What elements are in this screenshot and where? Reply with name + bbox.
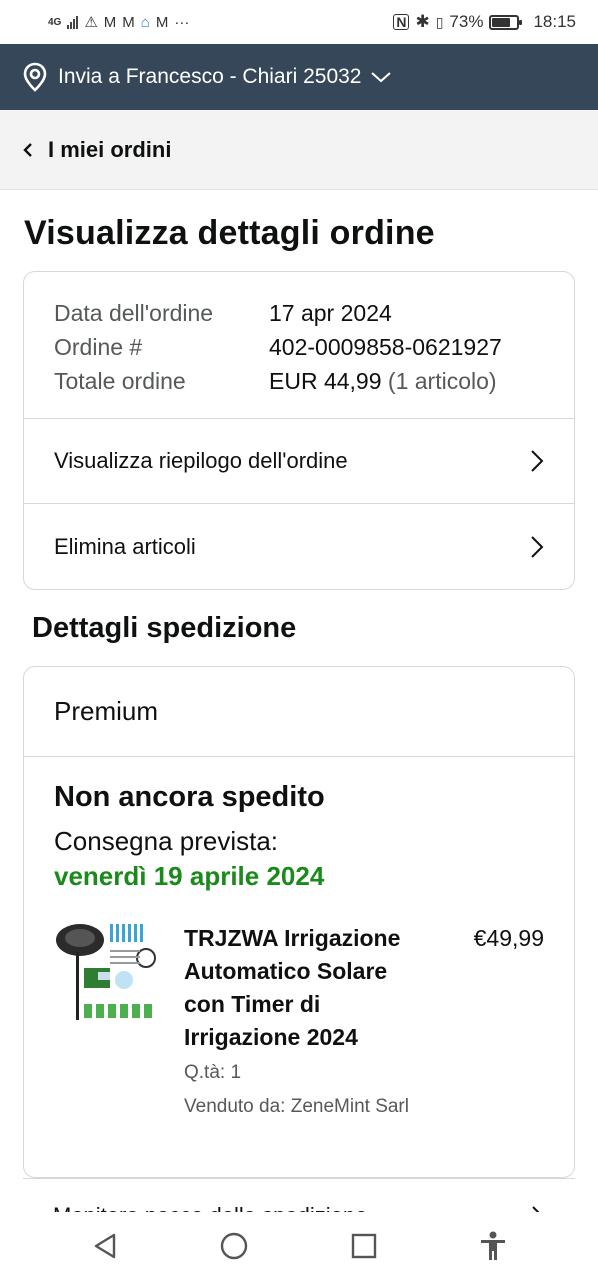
nav-back-button[interactable]: [75, 1216, 135, 1276]
status-right: N ✱ ▯ 73% 18:15: [393, 12, 576, 32]
order-item[interactable]: TRJZWA Irrigazione Automatico Solare con…: [54, 922, 544, 1118]
delivery-estimate-date: venerdì 19 aprile 2024: [54, 861, 325, 891]
accessibility-icon: [481, 1231, 506, 1260]
item-title[interactable]: TRJZWA Irrigazione Automatico Solare con…: [184, 922, 429, 1054]
battery-fill: [492, 17, 510, 27]
order-date-row: Data dell'ordine 17 apr 2024: [54, 296, 544, 330]
gmail-icon: M: [155, 13, 169, 31]
location-pin-icon: [23, 62, 47, 92]
shipping-tier: Premium: [24, 667, 574, 757]
warning-icon: ⚠: [84, 14, 98, 31]
gmail-icon: M: [103, 13, 117, 31]
order-info: Data dell'ordine 17 apr 2024 Ordine # 40…: [24, 272, 574, 419]
nav-accessibility-button[interactable]: [463, 1216, 523, 1276]
chevron-left-icon: [23, 142, 32, 157]
back-label: I miei ordini: [48, 136, 172, 162]
order-item-count: (1 articolo): [387, 368, 497, 394]
system-navigation-bar: [0, 1212, 598, 1280]
delete-items-label: Elimina articoli: [54, 533, 196, 559]
nfc-icon: N: [393, 14, 410, 30]
view-order-summary-link[interactable]: Visualizza riepilogo dell'ordine: [24, 419, 574, 504]
order-number-label: Ordine #: [54, 334, 143, 360]
chevron-down-icon: [370, 72, 391, 83]
item-quantity: Q.tà: 1: [184, 1062, 242, 1083]
gmail-icon: M: [122, 13, 135, 31]
order-date-label: Data dell'ordine: [54, 300, 214, 326]
battery-percent: 73%: [449, 12, 484, 31]
order-number-value: 402-0009858-0621927: [269, 334, 502, 360]
network-type: 4G: [48, 16, 62, 28]
order-total-label: Totale ordine: [54, 368, 186, 394]
order-total-value: EUR 44,99 (1 articolo): [269, 364, 497, 398]
shipment-card: Premium Non ancora spedito Consegna prev…: [23, 666, 575, 1178]
battery-icon: [489, 14, 523, 30]
nav-recents-button[interactable]: [334, 1216, 394, 1276]
page-title: Visualizza dettagli ordine: [24, 214, 435, 252]
order-date-value: 17 apr 2024: [269, 300, 392, 326]
item-price: €49,99: [473, 925, 544, 951]
product-image[interactable]: [54, 922, 160, 1026]
item-seller: Venduto da: ZeneMint Sarl: [184, 1096, 409, 1117]
chevron-right-icon: [531, 535, 544, 558]
delivery-estimate-label: Consegna prevista:: [54, 826, 279, 856]
track-package-row[interactable]: Monitora pacco della spedizione: [23, 1178, 575, 1212]
recents-square-icon: [351, 1233, 376, 1259]
shipment-status: Non ancora spedito: [54, 781, 325, 813]
bluetooth-icon: ✱: [415, 12, 430, 31]
vibrate-icon: ▯: [435, 13, 444, 30]
item-info: TRJZWA Irrigazione Automatico Solare con…: [184, 922, 466, 1118]
home-icon: ⌂: [140, 13, 150, 31]
order-number-row: Ordine # 402-0009858-0621927: [54, 330, 544, 364]
shipment-body: Non ancora spedito Consegna prevista: ve…: [24, 757, 574, 1118]
order-info-card: Data dell'ordine 17 apr 2024 Ordine # 40…: [23, 271, 575, 590]
delivery-location-bar[interactable]: Invia a Francesco - Chiari 25032: [0, 44, 598, 110]
home-circle-icon: [221, 1232, 248, 1260]
view-order-summary-label: Visualizza riepilogo dell'ordine: [54, 448, 348, 473]
delete-items-link[interactable]: Elimina articoli: [24, 504, 574, 589]
order-total-row: Totale ordine EUR 44,99 (1 articolo): [54, 364, 544, 398]
delivery-location-text: Invia a Francesco - Chiari 25032: [58, 65, 362, 88]
track-package-label: Monitora pacco della spedizione: [53, 1203, 367, 1212]
back-to-orders-link[interactable]: I miei ordini: [0, 110, 598, 190]
chevron-right-icon: [532, 1206, 540, 1212]
clock: 18:15: [533, 12, 576, 31]
back-triangle-icon: [94, 1233, 115, 1259]
more-icon: ···: [174, 13, 190, 31]
status-left: 4G ⚠ M M ⌂ M ···: [48, 13, 190, 32]
nav-home-button[interactable]: [204, 1216, 264, 1276]
order-total-amount: EUR 44,99: [269, 368, 382, 394]
chevron-right-icon: [531, 450, 544, 472]
signal-icon: [67, 15, 79, 29]
status-bar: 4G ⚠ M M ⌂ M ··· N ✱ ▯ 73% 18:15: [0, 0, 598, 44]
shipping-section-title: Dettagli spedizione: [32, 612, 297, 644]
